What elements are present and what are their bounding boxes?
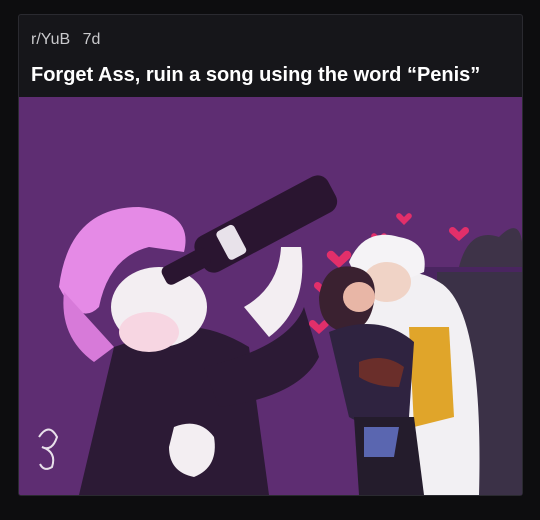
post-image[interactable] [19,97,522,495]
post-card[interactable]: r/YuB 7d Forget Ass, ruin a song using t… [18,14,523,496]
subreddit-link[interactable]: r/YuB [31,31,70,48]
post-age: 7d [82,31,101,48]
post-title[interactable]: Forget Ass, ruin a song using the word “… [31,64,480,87]
post-meta: r/YuB 7d [31,31,100,49]
cartoon-illustration [19,97,522,495]
